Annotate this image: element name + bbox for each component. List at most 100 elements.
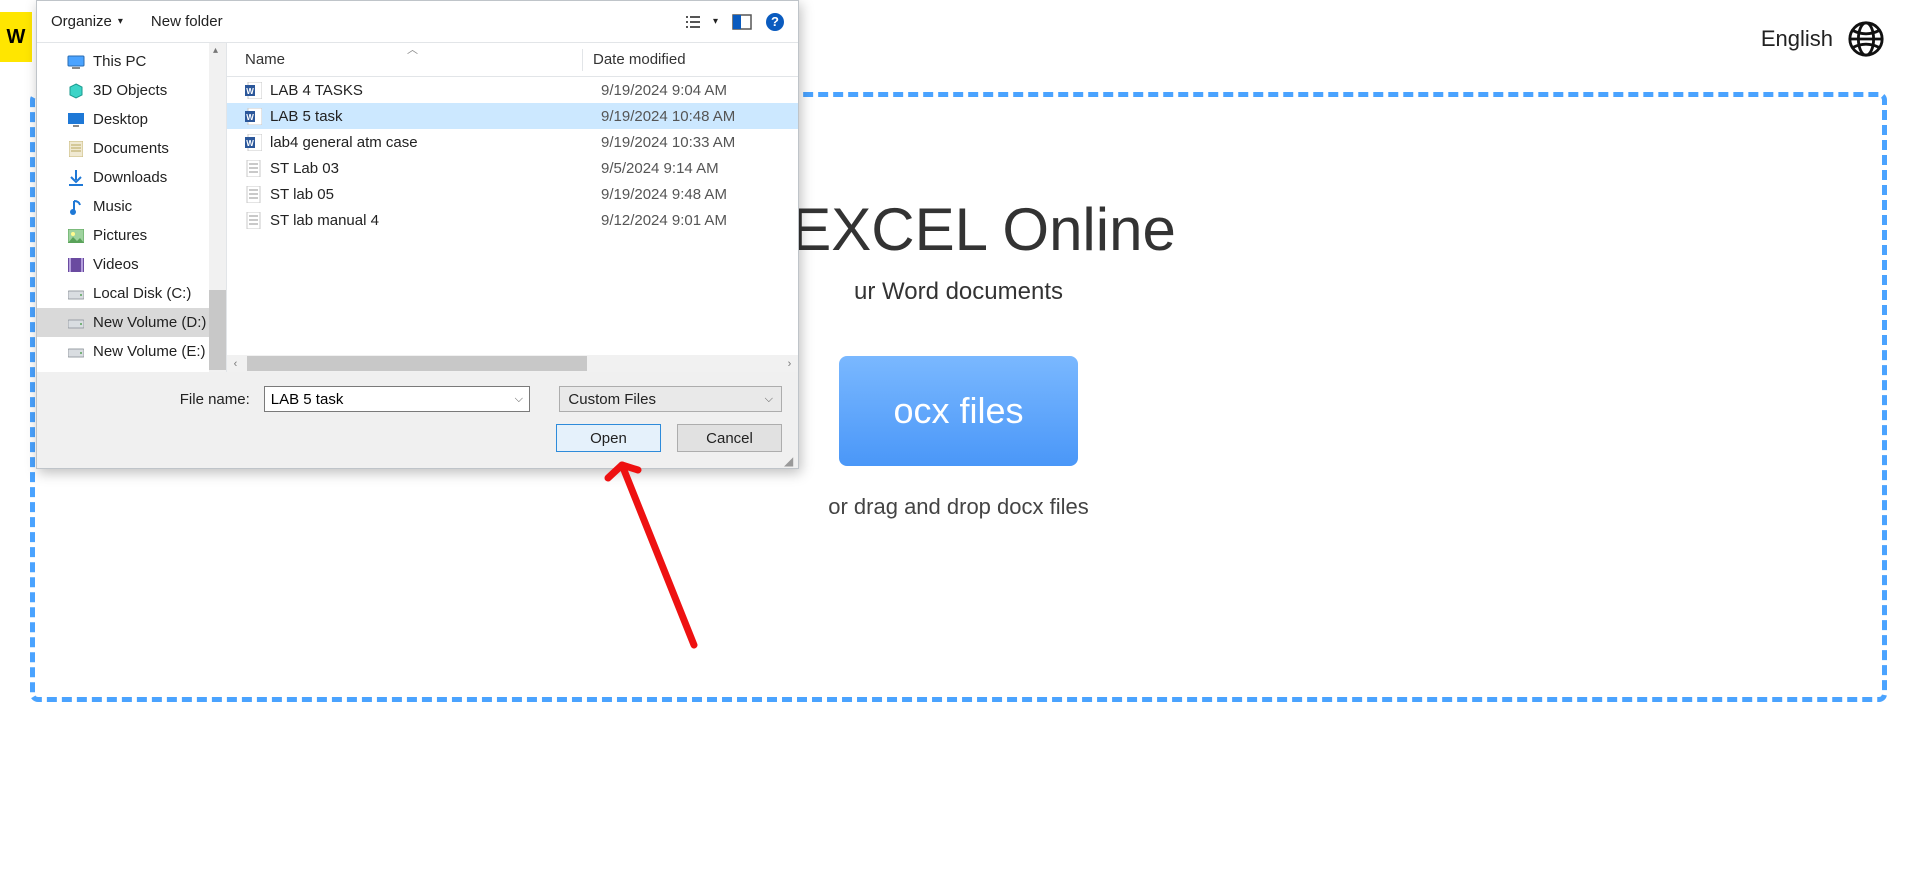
file-list-pane: ︿ Name Date modified W LAB 4 TASKS 9/19/20… [227,43,798,372]
nav-item[interactable]: New Volume (E:) [37,337,226,366]
help-icon[interactable]: ? [766,13,784,31]
horizontal-scrollbar[interactable]: ‹ › [227,355,798,372]
language-label[interactable]: English [1761,26,1833,52]
pc-icon [67,54,85,70]
cancel-button[interactable]: Cancel [677,424,782,452]
details-view-icon [683,13,703,31]
file-row[interactable]: WLAB 5 task9/19/2024 10:48 AM [227,103,798,129]
filename-input[interactable] [265,387,509,411]
nav-item-label: Music [93,198,132,215]
3d-icon [67,83,85,99]
nav-item-label: Documents [93,140,169,157]
svg-text:W: W [246,87,254,96]
nav-item-label: Pictures [93,227,147,244]
file-open-dialog: Organize ▾ New folder ▾ ? This PC 3D Obje… [36,0,799,469]
chevron-down-icon: ▾ [118,16,123,27]
file-name: lab4 general atm case [270,134,418,151]
file-date: 9/19/2024 9:04 AM [601,82,727,99]
file-name: LAB 5 task [270,108,343,125]
file-icon [245,212,262,229]
file-row[interactable]: W LAB 4 TASKS 9/19/2024 9:04 AM [227,77,798,103]
nav-item-label: Videos [93,256,139,273]
file-name: LAB 4 TASKS [270,82,363,99]
file-row[interactable]: Wlab4 general atm case 9/19/2024 10:33 AM [227,129,798,155]
svg-text:W: W [246,139,254,148]
file-icon [245,186,262,203]
down-icon [67,170,85,186]
new-folder-button[interactable]: New folder [151,13,223,30]
nav-item[interactable]: Pictures [37,221,226,250]
dropzone-subtitle: ur Word documents [741,278,1176,306]
nav-item[interactable]: Music [37,192,226,221]
nav-item[interactable]: 3D Objects [37,76,226,105]
disk-icon [67,286,85,302]
file-type-filter[interactable]: Custom Files ⌵ [559,386,782,412]
music-icon [67,199,85,215]
nav-item[interactable]: Documents [37,134,226,163]
file-name: ST Lab 03 [270,160,339,177]
file-list[interactable]: W LAB 4 TASKS 9/19/2024 9:04 AM W LAB 5 task… [227,77,798,355]
disk-icon [67,344,85,360]
file-date: 9/19/2024 9:48 AM [601,186,727,203]
file-row[interactable]: ST lab 05 9/19/2024 9:48 AM [227,181,798,207]
preview-pane-button[interactable] [732,13,752,31]
nav-item[interactable]: This PC [37,47,226,76]
nav-item[interactable]: Local Disk (C:) [37,279,226,308]
yellow-side-tab: W [0,12,32,62]
view-options-button[interactable]: ▾ [683,13,718,31]
file-row[interactable]: ST lab manual 4 9/12/2024 9:01 AM [227,207,798,233]
resize-grip-icon[interactable]: ◢ [784,454,796,466]
file-date: 9/19/2024 10:33 AM [601,134,735,151]
scroll-left-icon[interactable]: ‹ [227,355,244,372]
scroll-right-icon[interactable]: › [781,355,798,372]
folder-tree[interactable]: This PC 3D Objects Desktop Documents Downloa… [37,43,227,372]
nav-item[interactable]: New Volume (D:) [37,308,226,337]
column-date[interactable]: Date modified [583,51,686,68]
column-name[interactable]: Name [227,51,582,68]
sort-indicator-icon: ︿ [407,41,418,57]
pic-icon [67,228,85,244]
file-date: 9/12/2024 9:01 AM [601,212,727,229]
column-headers[interactable]: ︿ Name Date modified [227,43,798,77]
filename-label: File name: [53,391,256,408]
scroll-up-icon[interactable]: ▴ [213,45,223,55]
scrollbar-thumb[interactable] [247,356,587,371]
chevron-down-icon: ▾ [713,16,718,27]
yellow-letter: W [7,26,26,49]
filename-input-wrap[interactable]: ⌵ [264,386,530,412]
nav-item-label: New Volume (E:) [93,343,206,360]
nav-item-label: Local Disk (C:) [93,285,191,302]
nav-item-label: 3D Objects [93,82,167,99]
dialog-footer: File name: ⌵ Custom Files ⌵ Open Cancel … [37,372,798,468]
file-date: 9/5/2024 9:14 AM [601,160,719,177]
chevron-down-icon[interactable]: ⌵ [509,393,529,406]
choose-file-button[interactable]: ocx files [839,356,1077,466]
file-name: ST lab 05 [270,186,334,203]
nav-item-label: Desktop [93,111,148,128]
nav-item-label: Downloads [93,169,167,186]
nav-item[interactable]: Videos [37,250,226,279]
desktop-icon [67,112,85,128]
disk-icon [67,315,85,331]
nav-item[interactable]: Downloads [37,163,226,192]
scrollbar-thumb[interactable] [209,290,226,370]
file-row[interactable]: ST Lab 03 9/5/2024 9:14 AM [227,155,798,181]
nav-item-label: This PC [93,53,146,70]
open-button[interactable]: Open [556,424,661,452]
dialog-toolbar: Organize ▾ New folder ▾ ? [37,1,798,43]
chevron-down-icon: ⌵ [765,393,773,406]
panel-icon [732,13,752,31]
top-right-bar: English [1761,20,1885,58]
filter-label: Custom Files [568,391,656,408]
dropzone-hint: or drag and drop docx files [741,494,1176,520]
word-doc-icon: W [245,134,262,151]
nav-scrollbar[interactable]: ▴ [209,43,226,372]
organize-label: Organize [51,13,112,30]
nav-item[interactable]: Desktop [37,105,226,134]
organize-button[interactable]: Organize ▾ [51,13,123,30]
word-doc-icon: W [245,108,262,125]
globe-icon[interactable] [1847,20,1885,58]
video-icon [67,257,85,273]
dropzone-title: o EXCEL Online [741,195,1176,264]
file-name: ST lab manual 4 [270,212,379,229]
